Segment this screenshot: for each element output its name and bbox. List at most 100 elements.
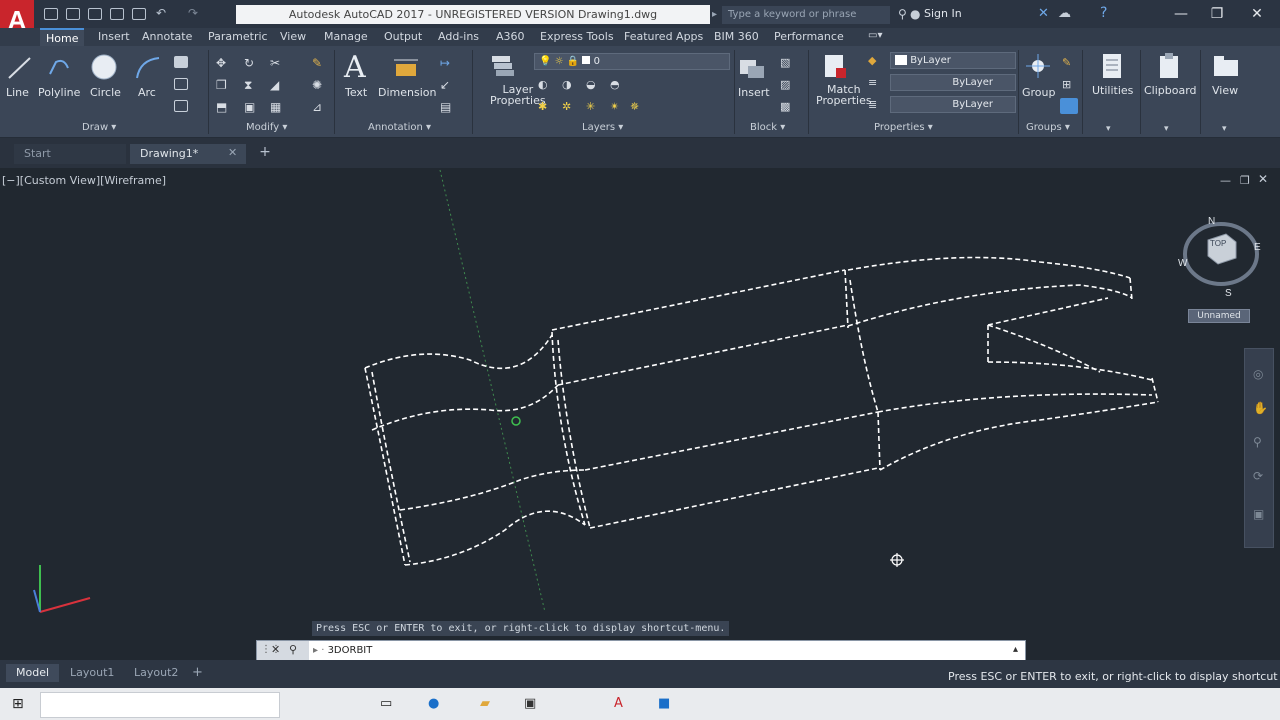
viewcube[interactable]: TOP N S E W: [1178, 212, 1264, 302]
tab-add-ins[interactable]: Add-ins: [438, 28, 479, 46]
tab-express-tools[interactable]: Express Tools: [540, 28, 614, 46]
close-icon[interactable]: ✕: [271, 643, 280, 656]
search-input[interactable]: Type a keyword or phrase: [722, 6, 890, 24]
restore-icon[interactable]: ❐: [1206, 4, 1228, 24]
close-tab-icon[interactable]: ✕: [228, 146, 237, 159]
color-dropdown[interactable]: ByLayer: [890, 52, 1016, 69]
create-block-icon[interactable]: ▧: [780, 56, 794, 69]
polyline-button[interactable]: Polyline: [38, 86, 80, 99]
copy-icon[interactable]: ❐: [216, 78, 230, 92]
undo-icon[interactable]: ↶: [156, 6, 170, 20]
groups-panel-label[interactable]: Groups ▾: [1026, 122, 1070, 133]
annotation-panel-label[interactable]: Annotation ▾: [368, 122, 431, 133]
block-panel-label[interactable]: Block ▾: [750, 122, 785, 133]
tab-model[interactable]: Model: [6, 664, 60, 682]
file-tab-start[interactable]: Start: [14, 144, 126, 164]
ribbon-options-icon[interactable]: ▭▾: [868, 30, 882, 41]
trim-icon[interactable]: ✂: [270, 56, 284, 70]
file-explorer-icon[interactable]: ▰: [480, 696, 490, 711]
multileader-icon[interactable]: ↙: [440, 78, 454, 92]
recorder-taskbar-icon[interactable]: ■: [658, 696, 670, 711]
ungroup-icon[interactable]: ✎: [1062, 56, 1076, 69]
table-icon[interactable]: ▤: [440, 100, 454, 114]
layer-walk-icon[interactable]: ✳: [586, 100, 600, 113]
insert-button[interactable]: Insert: [738, 86, 770, 99]
circle-button[interactable]: Circle: [90, 86, 121, 99]
layer-off-icon[interactable]: ◐: [538, 78, 552, 91]
pan-icon[interactable]: ✋: [1253, 401, 1268, 415]
taskbar-search-input[interactable]: [40, 692, 280, 718]
navigation-bar[interactable]: ◎ ✋ ⚲ ⟳ ▣: [1244, 348, 1274, 548]
group-selection-icon[interactable]: [1060, 98, 1078, 114]
spline-icon[interactable]: [174, 100, 188, 112]
task-view-icon[interactable]: ▭: [380, 696, 392, 711]
tab-output[interactable]: Output: [384, 28, 422, 46]
help-icon[interactable]: ?: [1100, 5, 1107, 21]
new-icon[interactable]: [44, 8, 58, 20]
tab-layout1[interactable]: Layout1: [60, 664, 124, 682]
group-edit-icon[interactable]: ⊞: [1062, 78, 1076, 91]
fillet-icon[interactable]: ◢: [270, 78, 284, 92]
utilities-button[interactable]: Utilities: [1092, 84, 1133, 97]
redo-icon[interactable]: ↷: [188, 6, 202, 20]
open-icon[interactable]: [66, 8, 80, 20]
layer-match-icon[interactable]: ✲: [562, 100, 576, 113]
rotate-icon[interactable]: ↻: [244, 56, 258, 70]
tab-featured-apps[interactable]: Featured Apps: [624, 28, 703, 46]
save-as-icon[interactable]: [110, 8, 124, 20]
clipboard-expand-icon[interactable]: ▾: [1164, 124, 1169, 134]
block-attribute-icon[interactable]: ▩: [780, 100, 794, 113]
group-button[interactable]: Group: [1022, 86, 1056, 99]
save-icon[interactable]: [88, 8, 102, 20]
layers-panel-label[interactable]: Layers ▾: [582, 122, 623, 133]
offset-icon[interactable]: ⊿: [312, 100, 326, 114]
wireframe-model[interactable]: [0, 168, 1280, 660]
edit-block-icon[interactable]: ▨: [780, 78, 794, 91]
view-button[interactable]: View: [1212, 84, 1238, 97]
plot-icon[interactable]: [132, 8, 146, 20]
array-icon[interactable]: ▦: [270, 100, 284, 114]
tab-parametric[interactable]: Parametric: [208, 28, 268, 46]
layer-dropdown[interactable]: 💡 ☼ 🔒 0: [534, 53, 730, 70]
tab-layout2[interactable]: Layout2: [124, 664, 188, 682]
new-tab-icon[interactable]: +: [256, 144, 274, 162]
layer-isolate-icon[interactable]: ◑: [562, 78, 576, 91]
command-history-icon[interactable]: ▴: [1013, 644, 1018, 655]
utilities-expand-icon[interactable]: ▾: [1106, 124, 1111, 134]
layer-freeze-icon[interactable]: ◒: [586, 78, 600, 91]
tab-view[interactable]: View: [280, 28, 306, 46]
start-icon[interactable]: ⊞: [12, 696, 24, 712]
autocad-taskbar-icon[interactable]: A: [614, 696, 623, 711]
erase-icon[interactable]: ✎: [312, 56, 326, 70]
exchange-icon[interactable]: ✕: [1038, 6, 1049, 21]
close-icon[interactable]: ✕: [1246, 4, 1268, 24]
lineweight-dropdown[interactable]: ByLayer: [890, 96, 1016, 113]
orbit-icon[interactable]: ⟳: [1253, 469, 1263, 483]
steering-wheel-icon[interactable]: ◎: [1253, 367, 1263, 381]
a360-icon[interactable]: ☁: [1058, 6, 1071, 21]
tab-performance[interactable]: Performance: [774, 28, 844, 46]
search-icon[interactable]: ⚲: [289, 643, 297, 656]
binoculars-icon[interactable]: ⚲: [898, 7, 907, 21]
dimension-button[interactable]: Dimension: [378, 86, 436, 99]
stretch-icon[interactable]: ⬒: [216, 100, 230, 114]
command-line[interactable]: ⋮⋮ ✕ ⚲ ▸ · 3DORBIT ▴: [256, 640, 1026, 662]
tab-annotate[interactable]: Annotate: [142, 28, 192, 46]
clipboard-button[interactable]: Clipboard: [1144, 84, 1197, 97]
text-button[interactable]: Text: [345, 86, 367, 99]
view-expand-icon[interactable]: ▾: [1222, 124, 1227, 134]
tab-insert[interactable]: Insert: [98, 28, 130, 46]
hatch-icon[interactable]: [174, 78, 188, 90]
sign-in-button[interactable]: Sign In: [924, 7, 962, 20]
layer-current-icon[interactable]: ✱: [538, 100, 552, 113]
tab-a360[interactable]: A360: [496, 28, 525, 46]
ucs-dropdown[interactable]: Unnamed: [1188, 309, 1250, 323]
line-button[interactable]: Line: [6, 86, 29, 99]
move-icon[interactable]: ✥: [216, 56, 230, 70]
mirror-icon[interactable]: ⧗: [244, 78, 258, 92]
linetype-dropdown[interactable]: ByLayer: [890, 74, 1016, 91]
layer-thaw-icon[interactable]: ✵: [630, 100, 644, 113]
browser-icon[interactable]: ●: [428, 696, 439, 711]
explode-icon[interactable]: ✺: [312, 78, 326, 92]
command-input[interactable]: ▸ · 3DORBIT: [313, 641, 372, 661]
